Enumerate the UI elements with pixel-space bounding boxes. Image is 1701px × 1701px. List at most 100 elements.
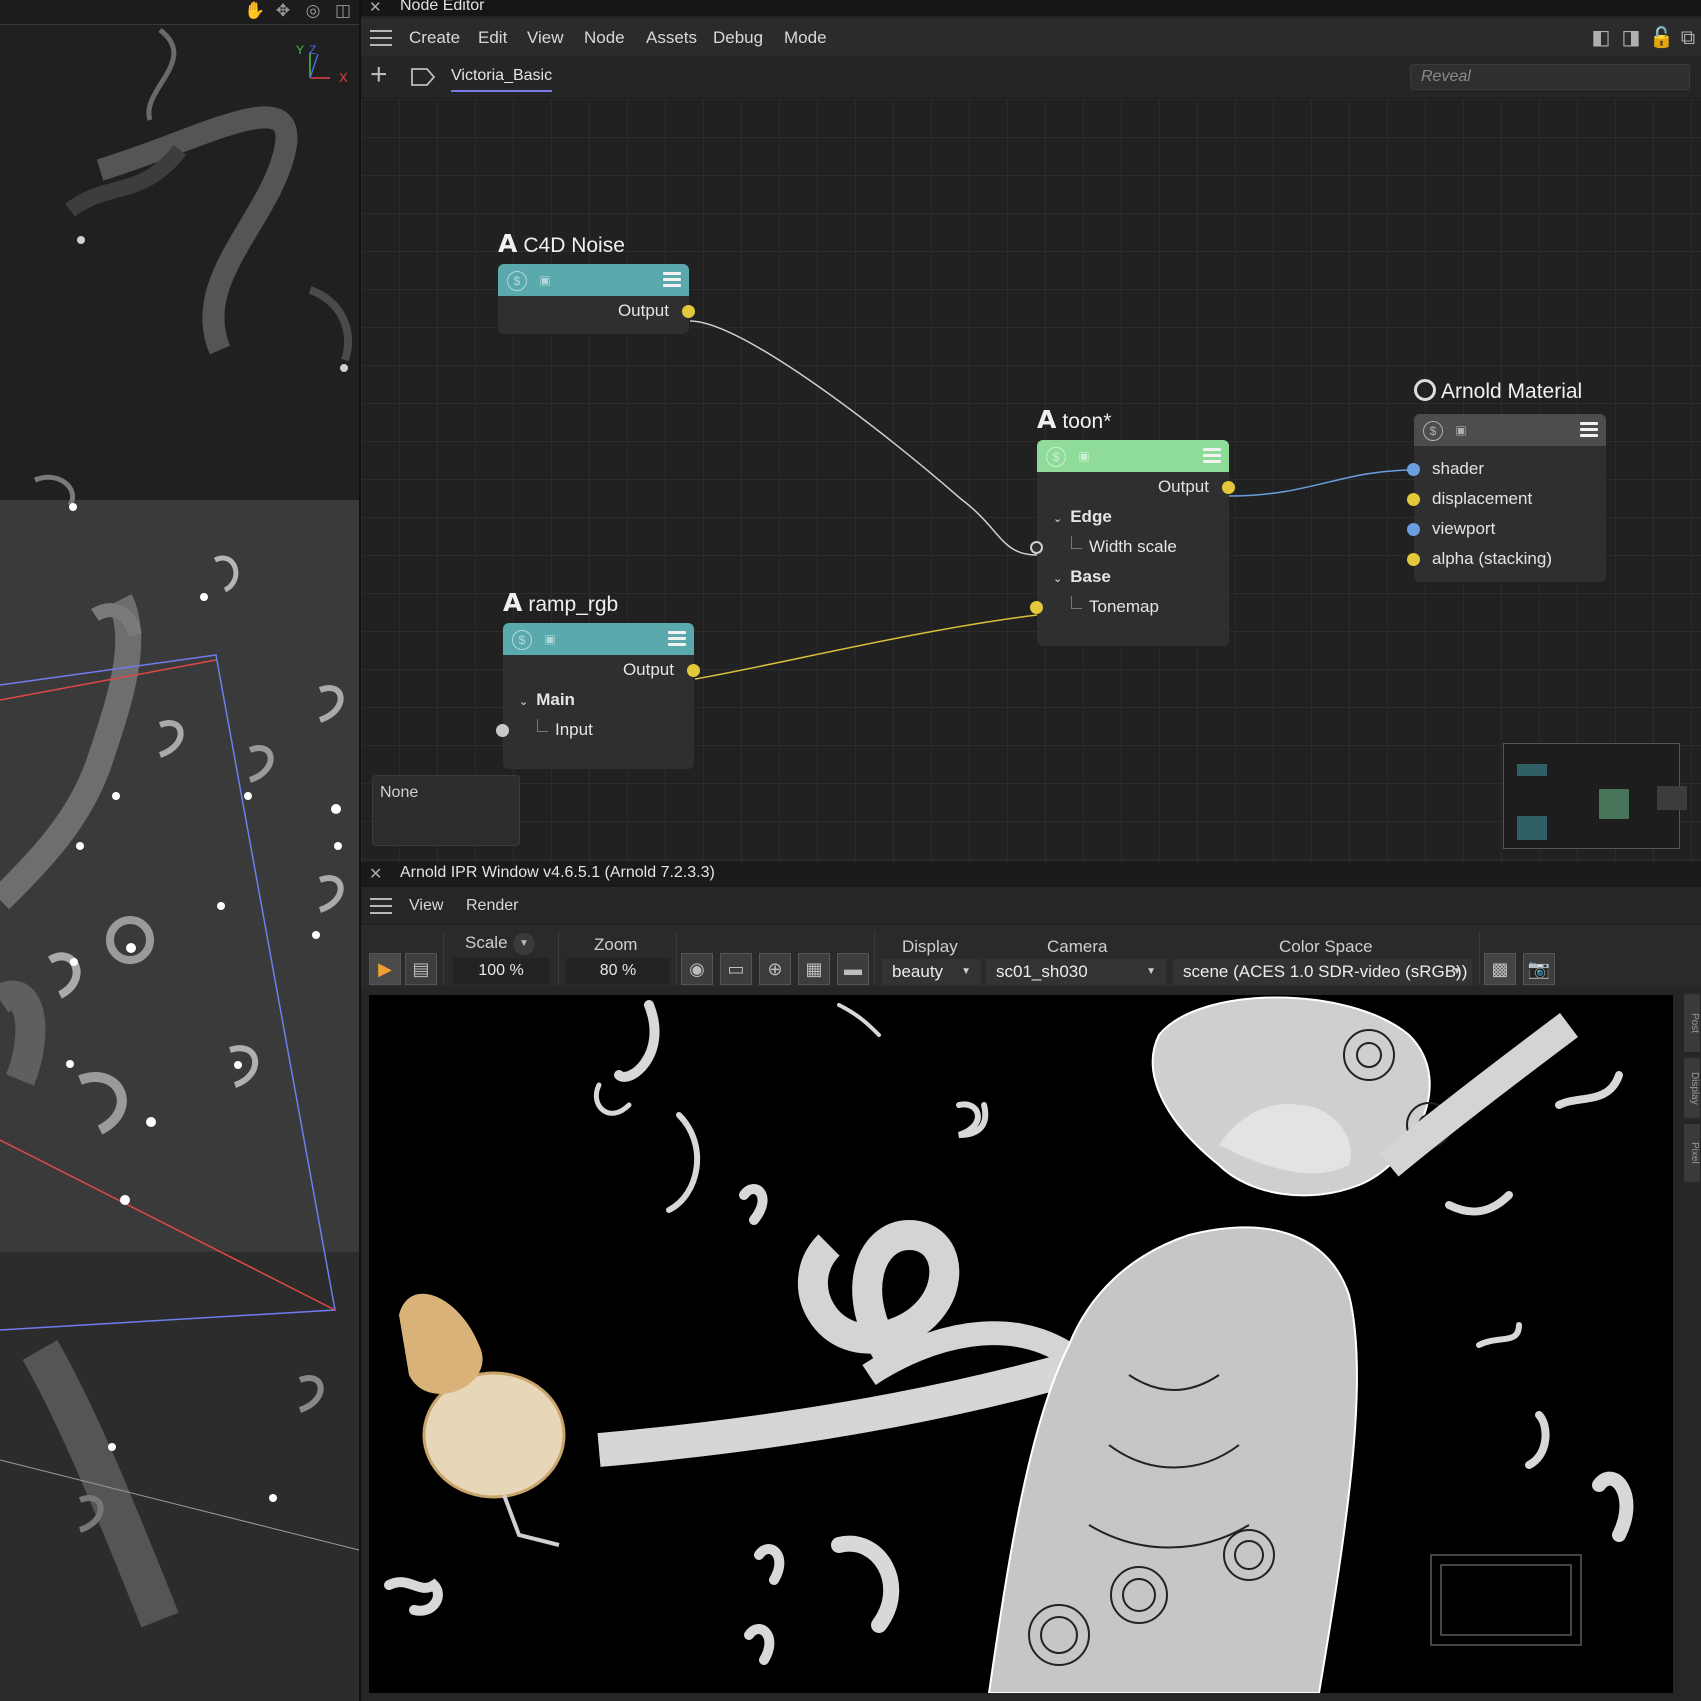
close-icon[interactable]: ✕ [369, 864, 382, 884]
ramp-rgb-output-port[interactable]: Output [503, 655, 700, 685]
node-toon[interactable]: Atoon* $ ▣ Output ⌄ Edge Width scale ⌄ B… [1030, 405, 1235, 646]
pan-hand-icon[interactable]: ✋ [244, 1, 265, 21]
camera-snapshot-icon[interactable]: 📷 [1523, 953, 1555, 985]
scale-value[interactable]: 100 % [453, 958, 549, 984]
node-minimap[interactable] [1503, 743, 1687, 849]
menu-view[interactable]: View [409, 887, 443, 924]
preview-image-icon[interactable]: ▣ [1075, 447, 1093, 465]
node-menu-icon[interactable] [668, 631, 686, 649]
solo-icon[interactable]: $ [507, 271, 527, 291]
play-icon[interactable]: ▶ [369, 953, 401, 985]
node-c4d-noise-header[interactable]: $ ▣ [498, 264, 689, 296]
toon-group-base[interactable]: ⌄ Base [1037, 562, 1229, 592]
node-menu-icon[interactable] [1203, 448, 1221, 466]
hamburger-menu-icon[interactable] [370, 30, 392, 46]
orbit-icon[interactable]: ◎ [303, 1, 323, 21]
output-socket[interactable] [687, 664, 700, 677]
width-scale-label: Width scale [1089, 537, 1177, 556]
output-socket[interactable] [682, 305, 695, 318]
minimap-node [1599, 789, 1629, 819]
add-icon[interactable]: + [370, 60, 388, 90]
input-socket[interactable] [1030, 601, 1043, 614]
right-panel-toggle-icon[interactable]: ◨ [1620, 27, 1642, 49]
toon-output-port[interactable]: Output [1037, 472, 1235, 502]
arnold-shader-port[interactable]: shader [1407, 454, 1606, 484]
frame-icon[interactable]: ▬ [837, 953, 869, 985]
side-tab-display[interactable]: Display [1684, 1058, 1700, 1118]
menu-mode[interactable]: Mode [784, 18, 827, 58]
monitor-icon[interactable]: ▭ [720, 953, 752, 985]
maximize-view-icon[interactable]: ◫ [333, 1, 353, 21]
detach-window-icon[interactable]: ⧉ [1677, 27, 1699, 49]
zoom-value[interactable]: 80 % [566, 958, 670, 984]
camera-dropdown[interactable]: sc01_sh030 ▼ [986, 959, 1166, 985]
ramp-rgb-group-main[interactable]: ⌄ Main [503, 685, 694, 715]
3d-viewport[interactable]: ✋ ✥ ◎ ◫ Y Z X [0, 0, 361, 1701]
hamburger-menu-icon[interactable] [370, 898, 392, 914]
input-socket[interactable] [496, 724, 509, 737]
node-arnold-material-header[interactable]: $ ▣ [1414, 414, 1606, 446]
side-tab-post[interactable]: Post [1684, 994, 1700, 1052]
node-menu-icon[interactable] [663, 272, 681, 290]
tab-victoria-basic[interactable]: Victoria_Basic [451, 67, 553, 92]
menu-edit[interactable]: Edit [478, 18, 507, 58]
viewport-toolbar: ✋ ✥ ◎ ◫ [0, 0, 359, 25]
chevron-down-icon[interactable]: ⌄ [1053, 513, 1062, 525]
lock-icon[interactable]: 🔓 [1649, 27, 1674, 49]
arnold-displacement-port[interactable]: displacement [1407, 484, 1606, 514]
ipr-titlebar: ✕ Arnold IPR Window v4.6.5.1 (Arnold 7.2… [361, 862, 1701, 887]
toon-group-edge[interactable]: ⌄ Edge [1037, 502, 1229, 532]
alpha-stacking-label: alpha (stacking) [1432, 549, 1553, 568]
display-dropdown[interactable]: beauty ▼ [882, 959, 981, 985]
solo-icon[interactable]: $ [1046, 447, 1066, 467]
layout-icon[interactable]: ▦ [798, 953, 830, 985]
input-socket[interactable] [1407, 463, 1420, 476]
render-region-icon[interactable]: ▤ [405, 953, 437, 985]
minimap-node [1657, 786, 1687, 810]
snapshot-icon[interactable]: ◉ [681, 953, 713, 985]
node-graph-canvas[interactable]: A C4D Noise $ ▣ Output Aramp_rgb $ ▣ Out… [361, 99, 1701, 862]
chevron-down-icon[interactable]: ⌄ [519, 696, 528, 708]
input-socket[interactable] [1030, 541, 1043, 554]
preview-image-icon[interactable]: ▣ [536, 271, 554, 289]
reveal-search-input[interactable] [1410, 64, 1690, 90]
node-ramp-rgb[interactable]: Aramp_rgb $ ▣ Output ⌄ Main Input [496, 588, 700, 769]
menu-create[interactable]: Create [409, 18, 460, 58]
solo-icon[interactable]: $ [512, 630, 532, 650]
scale-dropdown-icon[interactable]: ▼ [513, 933, 535, 955]
displacement-label: displacement [1432, 489, 1533, 508]
chevron-down-icon[interactable]: ⌄ [1053, 573, 1062, 585]
move-icon[interactable]: ✥ [273, 1, 293, 21]
preview-image-icon[interactable]: ▣ [1452, 421, 1470, 439]
ipr-render-view[interactable] [369, 995, 1673, 1693]
input-socket[interactable] [1407, 523, 1420, 536]
menu-assets[interactable]: Assets [646, 18, 697, 58]
node-c4d-noise[interactable]: A C4D Noise $ ▣ Output [498, 229, 695, 334]
node-ramp-rgb-header[interactable]: $ ▣ [503, 623, 694, 655]
close-icon[interactable]: ✕ [369, 0, 382, 16]
checker-icon[interactable]: ▩ [1484, 953, 1516, 985]
node-arnold-material[interactable]: Arnold Material $ ▣ shader displacement [1407, 379, 1606, 582]
c4d-noise-output-port[interactable]: Output [498, 296, 695, 326]
ramp-rgb-input-port[interactable]: Input [496, 715, 694, 745]
menu-node[interactable]: Node [584, 18, 625, 58]
input-socket[interactable] [1407, 553, 1420, 566]
color-space-dropdown[interactable]: scene (ACES 1.0 SDR-video (sRGB)) ▼ [1173, 959, 1472, 985]
tag-icon[interactable] [410, 67, 436, 87]
toon-width-scale-port[interactable]: Width scale [1030, 532, 1229, 562]
left-panel-toggle-icon[interactable]: ◧ [1590, 27, 1612, 49]
menu-debug[interactable]: Debug [713, 18, 763, 58]
node-menu-icon[interactable] [1580, 422, 1598, 440]
toon-tonemap-port[interactable]: Tonemap [1030, 592, 1229, 622]
menu-view[interactable]: View [527, 18, 564, 58]
node-toon-header[interactable]: $ ▣ [1037, 440, 1229, 472]
arnold-alpha-port[interactable]: alpha (stacking) [1407, 544, 1606, 574]
preview-image-icon[interactable]: ▣ [541, 630, 559, 648]
globe-icon[interactable]: ⊕ [759, 953, 791, 985]
side-tab-pixel[interactable]: Pixel [1684, 1124, 1700, 1182]
output-socket[interactable] [1222, 481, 1235, 494]
menu-render[interactable]: Render [466, 887, 518, 924]
input-socket[interactable] [1407, 493, 1420, 506]
arnold-viewport-port[interactable]: viewport [1407, 514, 1606, 544]
solo-icon[interactable]: $ [1423, 421, 1443, 441]
